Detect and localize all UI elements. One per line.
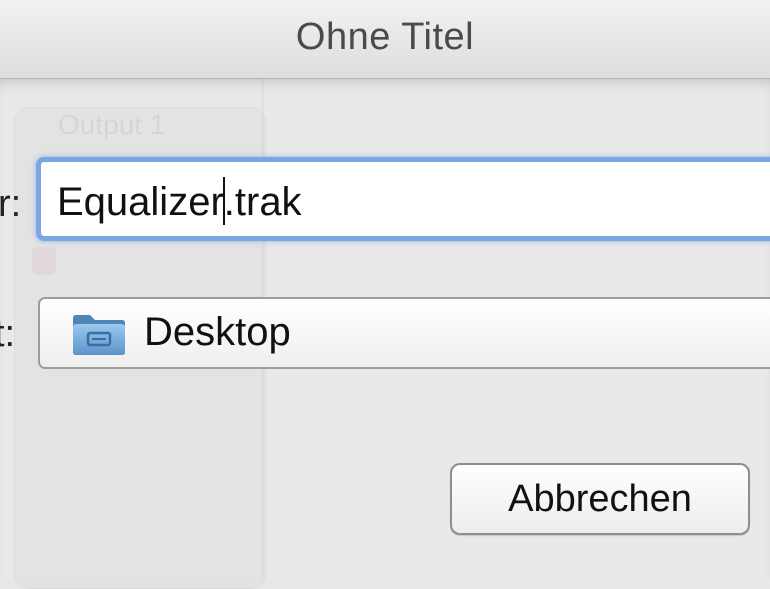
filename-value-before-caret: Equalizer (57, 180, 224, 224)
location-field-label: t: (0, 313, 16, 355)
location-popup[interactable]: Desktop (38, 297, 770, 369)
cancel-button[interactable]: Abbrechen (450, 463, 750, 535)
folder-icon (73, 315, 125, 355)
title-bar: Ohne Titel (0, 0, 770, 79)
location-value: Desktop (144, 310, 291, 354)
background-output-label: Output 1 (58, 109, 166, 140)
filename-input[interactable]: Equalizer.trak (36, 157, 770, 241)
filename-value: Equalizer.trak (57, 177, 302, 225)
save-sheet: Output 1 r: Equalizer.trak t: Desktop Ab… (0, 79, 770, 578)
background-marker (32, 247, 56, 275)
filename-value-after-caret: .trak (223, 180, 302, 224)
name-field-label: r: (0, 183, 22, 225)
window-title: Ohne Titel (295, 16, 475, 58)
